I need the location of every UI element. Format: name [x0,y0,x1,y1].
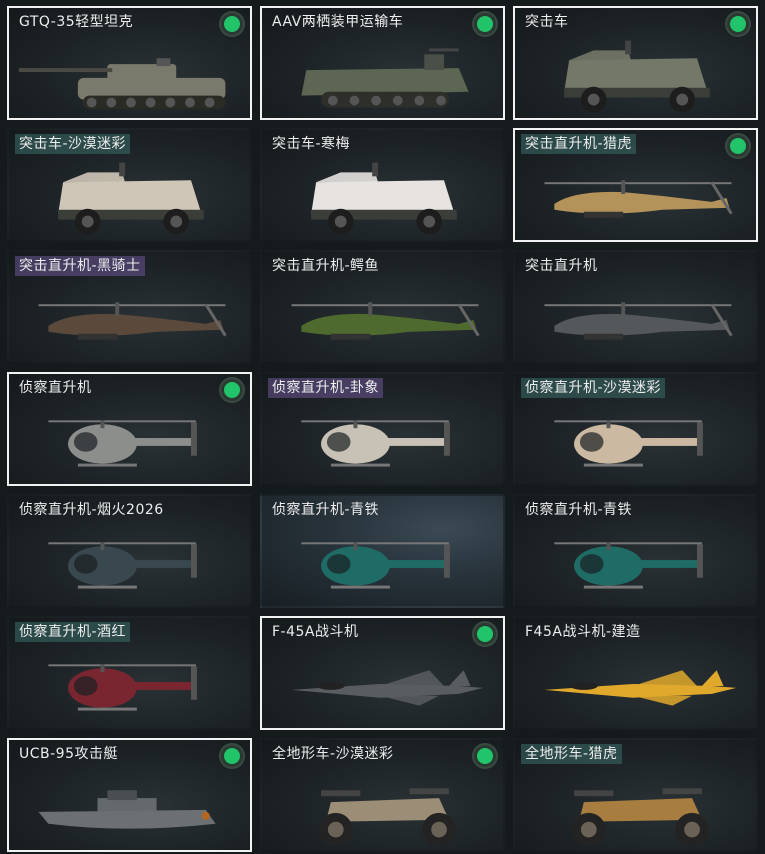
vehicle-card[interactable]: 突击车-沙漠迷彩 [7,128,252,242]
vehicle-card[interactable]: 侦察直升机-卦象 [260,372,505,486]
vehicle-card[interactable]: 突击直升机-猎虎 [513,128,758,242]
vehicle-card[interactable]: 侦察直升机-青铁 [513,494,758,608]
vehicle-card[interactable]: UCB-95攻击艇 [7,738,252,852]
vehicle-name: 侦察直升机-卦象 [268,378,384,398]
scout-helicopter-icon [262,518,503,606]
vehicle-name: 突击直升机-鳄鱼 [272,258,380,274]
vehicle-name: 突击直升机 [525,258,598,274]
atv-icon [515,762,756,850]
vehicle-card[interactable]: 突击直升机-鳄鱼 [260,250,505,364]
assault-vehicle-icon [515,30,756,118]
scout-helicopter-icon [9,518,250,606]
vehicle-name: 侦察直升机 [19,380,92,396]
attack-helicopter-icon [9,274,250,362]
attack-helicopter-icon [515,274,756,362]
vehicle-name: UCB-95攻击艇 [19,746,118,762]
scout-helicopter-icon [262,396,503,484]
scout-helicopter-icon [515,396,756,484]
attack-boat-icon [9,762,250,850]
vehicle-card[interactable]: 侦察直升机-沙漠迷彩 [513,372,758,486]
vehicle-name: 突击直升机-猎虎 [521,134,637,154]
vehicle-name: 侦察直升机-沙漠迷彩 [521,378,666,398]
fighter-jet-icon [515,640,756,728]
vehicle-name: 全地形车-猎虎 [521,744,622,764]
vehicle-card[interactable]: F-45A战斗机 [260,616,505,730]
tank-icon [9,30,250,118]
vehicle-name: 侦察直升机-青铁 [525,502,633,518]
vehicle-name: 突击车-寒梅 [272,136,351,152]
vehicle-name: F45A战斗机-建造 [525,624,641,640]
vehicle-name: 全地形车-沙漠迷彩 [272,746,394,762]
vehicle-card[interactable]: 侦察直升机-青铁 [260,494,505,608]
scout-helicopter-icon [9,640,250,728]
atv-icon [262,762,503,850]
vehicle-name: 突击直升机-黑骑士 [15,256,145,276]
vehicle-name: 突击车-沙漠迷彩 [15,134,131,154]
vehicle-card[interactable]: AAV两栖装甲运输车 [260,6,505,120]
assault-vehicle-icon [262,152,503,240]
vehicle-card[interactable]: 突击车-寒梅 [260,128,505,242]
vehicle-card[interactable]: 侦察直升机-酒红 [7,616,252,730]
vehicle-card[interactable]: F45A战斗机-建造 [513,616,758,730]
vehicle-card[interactable]: 侦察直升机 [7,372,252,486]
scout-helicopter-icon [515,518,756,606]
scout-helicopter-icon [9,396,250,484]
vehicle-card[interactable]: 全地形车-猎虎 [513,738,758,852]
vehicle-card[interactable]: 突击车 [513,6,758,120]
amphibious-vehicle-icon [262,30,503,118]
vehicle-name: F-45A战斗机 [272,624,359,640]
fighter-jet-icon [262,640,503,728]
vehicle-card[interactable]: 突击直升机 [513,250,758,364]
vehicle-name: 侦察直升机-酒红 [15,622,131,642]
attack-helicopter-icon [262,274,503,362]
assault-vehicle-icon [9,152,250,240]
vehicle-name: 侦察直升机-青铁 [272,502,380,518]
vehicle-card[interactable]: GTQ-35轻型坦克 [7,6,252,120]
vehicle-card[interactable]: 全地形车-沙漠迷彩 [260,738,505,852]
vehicle-name: GTQ-35轻型坦克 [19,14,134,30]
vehicle-name: 突击车 [525,14,569,30]
attack-helicopter-icon [515,152,756,240]
vehicle-skin-grid: GTQ-35轻型坦克 AAV两栖装甲运输车 突击车 突击车-沙漠迷彩 突击车-寒… [0,0,765,854]
vehicle-name: 侦察直升机-烟火2026 [19,502,164,518]
vehicle-name: AAV两栖装甲运输车 [272,14,404,30]
vehicle-card[interactable]: 侦察直升机-烟火2026 [7,494,252,608]
vehicle-card[interactable]: 突击直升机-黑骑士 [7,250,252,364]
